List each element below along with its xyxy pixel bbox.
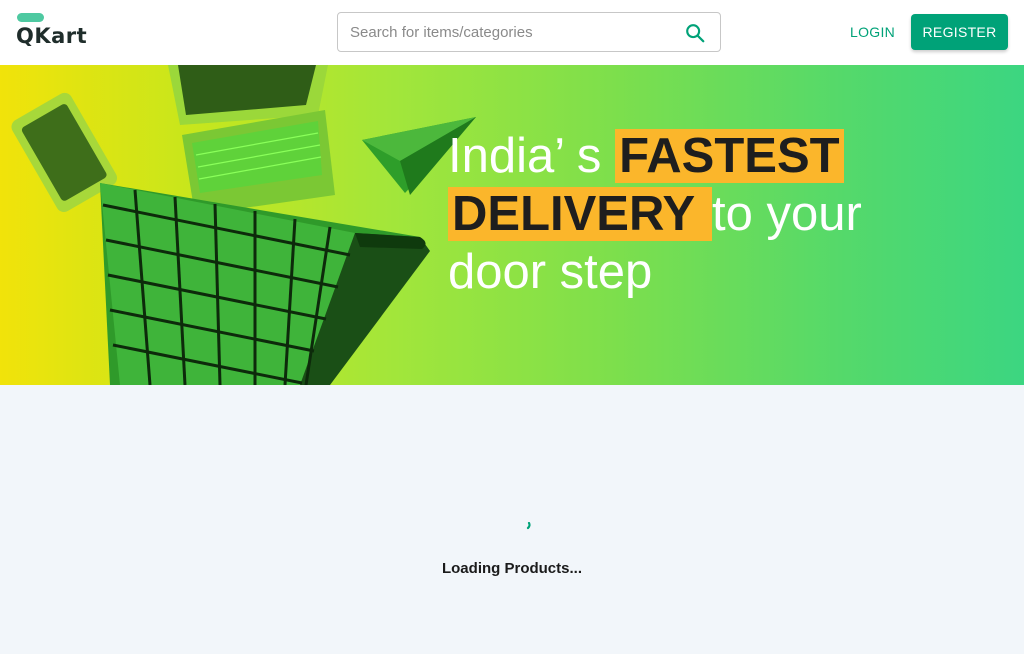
hero-text-plain: India’ s: [448, 129, 616, 183]
laptop-illustration: [168, 65, 335, 215]
hero-line-1: India’ s FASTEST: [448, 127, 1008, 185]
hero-text-plain: to your: [711, 187, 862, 241]
hero-highlight-fastest: FASTEST: [615, 129, 844, 183]
hero-line-2: DELIVERY to your: [448, 185, 1008, 243]
search-icon[interactable]: [684, 22, 706, 44]
search-box: [337, 12, 721, 52]
shopping-cart-illustration: [100, 183, 430, 385]
hero-banner: India’ s FASTEST DELIVERY to your door s…: [0, 65, 1024, 385]
hero-line-3: door step: [448, 245, 653, 299]
logo-text: QKart: [16, 24, 88, 48]
search-input[interactable]: [350, 13, 670, 51]
loading-products-text: Loading Products...: [441, 560, 582, 577]
loading-spinner-icon: [526, 522, 531, 530]
product-area: Loading Products...: [0, 385, 1024, 654]
app-header: QKart LOGIN REGISTER: [0, 0, 1024, 65]
shopping-illustration: [11, 65, 476, 385]
qkart-logo[interactable]: QKart: [16, 12, 96, 52]
hero-highlight-delivery: DELIVERY: [448, 187, 712, 241]
login-button[interactable]: LOGIN: [840, 18, 905, 46]
logo-accent-shape: [17, 13, 44, 22]
hero-headline: India’ s FASTEST DELIVERY to your door s…: [448, 127, 1008, 301]
register-button[interactable]: REGISTER: [911, 14, 1008, 50]
